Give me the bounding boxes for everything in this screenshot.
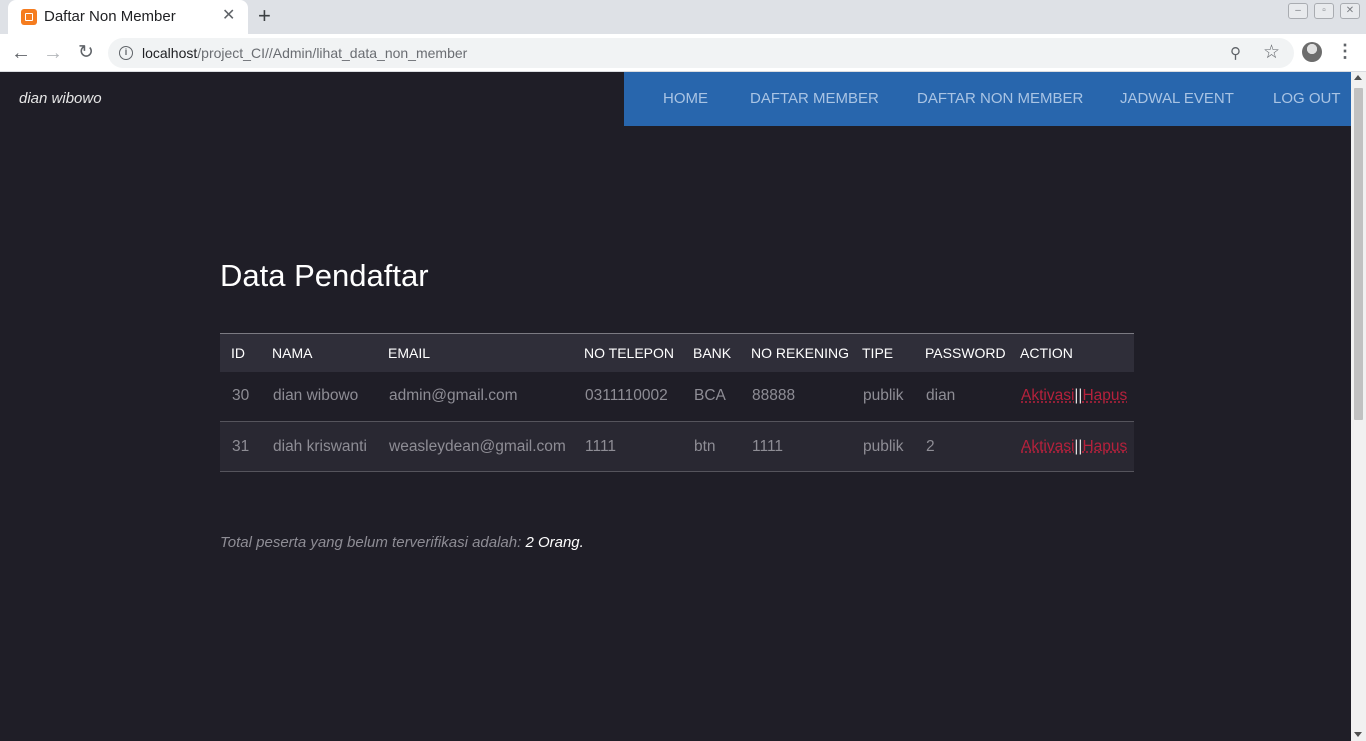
site-info-icon[interactable]: i <box>119 46 133 60</box>
col-header-email: EMAIL <box>388 344 431 361</box>
cell-telepon: 0311110002 <box>573 371 682 422</box>
col-header-password: PASSWORD <box>925 344 1006 361</box>
browser-tab-bar: Daftar Non Member ✕ + – ▫ ✕ <box>0 0 1366 34</box>
nav-jadwal-event[interactable]: JADWAL EVENT <box>1120 90 1234 107</box>
cell-bank: btn <box>682 421 740 472</box>
browser-toolbar: ← → ↻ i localhost/project_CI//Admin/liha… <box>0 34 1366 72</box>
cell-rekening: 88888 <box>740 371 851 422</box>
reload-icon[interactable]: ↻ <box>73 40 99 66</box>
aktivasi-link[interactable]: Aktivasi <box>1021 387 1074 404</box>
tab-title: Daftar Non Member <box>44 8 176 25</box>
nav-daftar-non-member[interactable]: DAFTAR NON MEMBER <box>917 90 1083 107</box>
col-header-nama: NAMA <box>272 344 313 361</box>
cell-nama: dian wibowo <box>261 371 377 422</box>
col-header-bank: BANK <box>693 344 732 361</box>
nav-log-out[interactable]: LOG OUT <box>1273 90 1341 107</box>
cell-password: dian <box>914 371 1009 422</box>
cell-id: 30 <box>220 371 261 422</box>
cell-bank: BCA <box>682 371 740 422</box>
cell-email: admin@gmail.com <box>377 371 573 422</box>
page-scrollbar[interactable] <box>1351 72 1366 741</box>
nav-daftar-member[interactable]: DAFTAR MEMBER <box>750 90 879 107</box>
col-header-id: ID <box>231 344 245 361</box>
main-navbar: HOME DAFTAR MEMBER DAFTAR NON MEMBER JAD… <box>624 72 1351 126</box>
cell-tipe: publik <box>851 421 914 472</box>
table-header-row: ID NAMA EMAIL NO TELEPON BANK NO REKENIN… <box>220 333 1134 372</box>
url-host: localhost <box>142 45 198 61</box>
zoom-icon[interactable]: ⚲ <box>1230 44 1241 62</box>
cell-password: 2 <box>914 421 1009 472</box>
scroll-down-arrow-icon[interactable] <box>1354 732 1362 737</box>
unverified-total-count: 2 Orang. <box>525 534 584 551</box>
profile-avatar[interactable] <box>1302 42 1322 62</box>
hapus-link[interactable]: Hapus <box>1082 438 1127 455</box>
browser-menu-icon[interactable]: ⋮ <box>1336 41 1354 62</box>
url-text[interactable]: localhost/project_CI//Admin/lihat_data_n… <box>142 45 467 61</box>
window-minimize-icon[interactable]: – <box>1288 3 1308 19</box>
site-brand[interactable]: dian wibowo <box>19 90 102 107</box>
cell-rekening: 1111 <box>740 421 851 472</box>
cell-telepon: 1111 <box>573 421 682 472</box>
registrant-table: ID NAMA EMAIL NO TELEPON BANK NO REKENIN… <box>220 333 1134 472</box>
address-bar[interactable]: i localhost/project_CI//Admin/lihat_data… <box>108 38 1294 68</box>
table-row: 31 diah kriswanti weasleydean@gmail.com … <box>220 421 1134 472</box>
cell-email: weasleydean@gmail.com <box>377 421 573 472</box>
col-header-tipe: TIPE <box>862 344 894 361</box>
forward-arrow-icon[interactable]: → <box>40 40 66 66</box>
page-title: Data Pendaftar <box>220 258 429 293</box>
col-header-action: ACTION <box>1020 344 1073 361</box>
cell-nama: diah kriswanti <box>261 421 377 472</box>
url-path: /project_CI//Admin/lihat_data_non_member <box>197 45 468 61</box>
nav-home[interactable]: HOME <box>663 90 708 107</box>
cell-action: Aktivasi||Hapus <box>1009 421 1134 472</box>
page-content: dian wibowo HOME DAFTAR MEMBER DAFTAR NO… <box>0 72 1351 741</box>
cell-id: 31 <box>220 421 261 472</box>
new-tab-icon[interactable]: + <box>258 4 271 28</box>
xampp-favicon-icon <box>21 9 37 25</box>
unverified-total-note: Total peserta yang belum terverifikasi a… <box>220 534 584 551</box>
scroll-up-arrow-icon[interactable] <box>1354 75 1362 80</box>
window-maximize-icon[interactable]: ▫ <box>1314 3 1334 19</box>
aktivasi-link[interactable]: Aktivasi <box>1021 438 1074 455</box>
cell-action: Aktivasi||Hapus <box>1009 371 1134 422</box>
cell-tipe: publik <box>851 371 914 422</box>
scrollbar-thumb[interactable] <box>1354 88 1363 420</box>
window-close-icon[interactable]: ✕ <box>1340 3 1360 19</box>
col-header-telepon: NO TELEPON <box>584 344 674 361</box>
back-arrow-icon[interactable]: ← <box>8 40 34 66</box>
col-header-rekening: NO REKENING <box>751 344 850 361</box>
table-row: 30 dian wibowo admin@gmail.com 031111000… <box>220 371 1134 422</box>
tab-close-icon[interactable]: ✕ <box>222 6 235 26</box>
unverified-total-label: Total peserta yang belum terverifikasi a… <box>220 534 526 551</box>
browser-tab[interactable]: Daftar Non Member ✕ <box>8 0 248 34</box>
hapus-link[interactable]: Hapus <box>1082 387 1127 404</box>
bookmark-star-icon[interactable]: ☆ <box>1263 41 1280 64</box>
